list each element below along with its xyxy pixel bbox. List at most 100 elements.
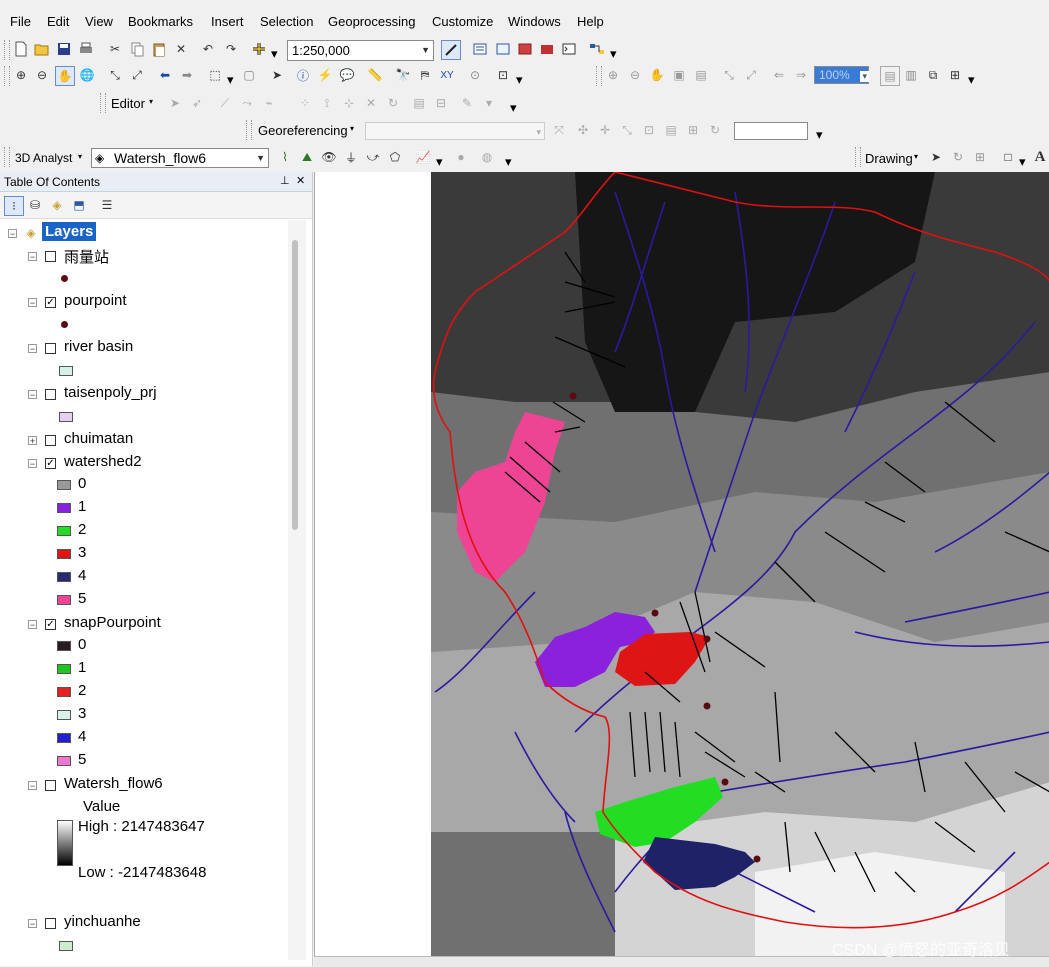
zoom-in-icon[interactable]: ⊕ <box>12 66 30 84</box>
clear-selection-icon[interactable]: ▢ <box>240 66 258 84</box>
fixed-zoom-out-layout-icon[interactable]: ⤢ <box>742 66 760 84</box>
rotate-icon[interactable]: ↻ <box>384 94 402 112</box>
forward-arrow-icon[interactable]: ➡ <box>178 66 196 84</box>
full-extent-globe-icon[interactable]: 🌐 <box>78 66 96 84</box>
toolbar-grip[interactable] <box>4 40 10 60</box>
edit-annotation-icon[interactable]: ➶ <box>188 94 206 112</box>
toolbar-grip[interactable] <box>4 66 10 86</box>
rotate-raster-icon[interactable]: ⤧ <box>550 121 568 139</box>
copy-icon[interactable] <box>128 40 146 58</box>
map-scale-combo[interactable]: 1:250,000 ▼ <box>287 40 434 61</box>
add-data-dropdown-icon[interactable]: ▾ <box>271 46 278 61</box>
find-route-icon[interactable]: ⛿ <box>416 66 434 84</box>
zoom-100-icon[interactable]: ▤ <box>692 66 710 84</box>
steepest-path-icon[interactable]: ⛰ <box>298 148 316 166</box>
undo-icon[interactable]: ↶ <box>199 40 217 58</box>
rotate-element-icon[interactable]: ↻ <box>949 148 967 166</box>
pour-point-marker[interactable] <box>721 778 729 786</box>
toolbar-grip[interactable] <box>100 93 106 113</box>
select-elements-arrow-icon[interactable]: ➤ <box>268 66 286 84</box>
create-features-icon[interactable]: ✎ <box>458 94 476 112</box>
toc-options-icon[interactable]: ☰ <box>98 196 116 214</box>
edit-vertices-icon[interactable]: ⁘ <box>296 94 314 112</box>
arcscene-icon[interactable]: ● <box>452 148 470 166</box>
pin-icon[interactable]: ⊥ <box>280 174 290 187</box>
straight-segment-icon[interactable]: ⟋ <box>216 94 234 112</box>
georeferencing-menu[interactable]: Georeferencing <box>258 123 348 138</box>
search-window-icon[interactable] <box>516 40 534 58</box>
map-view[interactable] <box>314 172 1049 956</box>
zoom-whole-page-icon[interactable]: ▣ <box>670 66 688 84</box>
surface-layer-combo[interactable]: ◈ Watersh_flow6 ▼ <box>91 148 269 168</box>
measure-icon[interactable]: 📏 <box>366 66 384 84</box>
list-by-selection-icon[interactable]: ⬒ <box>70 196 88 214</box>
trace-icon[interactable]: ⌁ <box>260 94 278 112</box>
html-popup-icon[interactable]: 💬 <box>338 66 356 84</box>
collapse-toggle[interactable]: − <box>28 344 37 354</box>
zoom-to-selected-icon[interactable]: ⊞ <box>971 148 989 166</box>
add-data-icon[interactable] <box>250 40 268 58</box>
paste-icon[interactable] <box>150 40 168 58</box>
layers-root-label[interactable]: Layers <box>42 222 97 241</box>
layer-visibility-checkbox[interactable] <box>45 918 56 929</box>
select-dropdown-icon[interactable]: ▾ <box>227 72 234 87</box>
pour-point-marker[interactable] <box>569 392 577 400</box>
reshape-icon[interactable]: ⟟ <box>318 94 336 112</box>
toolbar-overflow-icon[interactable]: ▾ <box>505 154 512 169</box>
toolbar-grip[interactable] <box>855 147 861 167</box>
go-to-xy-icon[interactable]: XY <box>438 66 456 84</box>
find-binoculars-icon[interactable]: 🔭 <box>394 66 412 84</box>
layer-name-watersh-flow6[interactable]: Watersh_flow6 <box>64 775 163 792</box>
layout-zoom-in-icon[interactable]: ⊕ <box>604 66 622 84</box>
layer-visibility-checkbox[interactable]: ✓ <box>45 297 56 308</box>
toolbar-overflow-icon[interactable]: ▾ <box>968 72 975 87</box>
open-folder-icon[interactable] <box>33 40 51 58</box>
toolbar-overflow-icon[interactable]: ▾ <box>516 72 523 87</box>
print-icon[interactable] <box>77 40 95 58</box>
zoom-out-icon[interactable]: ⊖ <box>33 66 51 84</box>
layer-name-watershed2[interactable]: watershed2 <box>64 453 142 470</box>
interpolate-polygon-icon[interactable]: ⬠ <box>386 148 404 166</box>
editor-menu[interactable]: Editor <box>111 96 145 111</box>
layer-name-river-basin[interactable]: river basin <box>64 338 133 355</box>
georeferencing-dropdown-icon[interactable]: ▾ <box>350 124 354 133</box>
back-arrow-icon[interactable]: ⬅ <box>156 66 174 84</box>
pour-point-marker[interactable] <box>753 855 761 863</box>
viewer-window-icon[interactable]: ⊡ <box>494 66 512 84</box>
change-layout-icon[interactable]: ⧉ <box>924 66 942 84</box>
menu-view[interactable]: View <box>85 14 113 29</box>
layer-name-rain-station[interactable]: 雨量站 <box>64 246 109 267</box>
menu-bookmarks[interactable]: Bookmarks <box>128 14 193 29</box>
3d-analyst-menu[interactable]: 3D Analyst <box>15 151 72 165</box>
rectangle-icon[interactable]: □ <box>999 148 1017 166</box>
new-document-icon[interactable] <box>12 40 30 58</box>
fixed-zoom-in-icon[interactable]: ⤡ <box>106 66 124 84</box>
toolbar-grip[interactable] <box>4 147 10 167</box>
profile-graph-icon[interactable]: 📈 <box>414 148 432 166</box>
layer-visibility-checkbox[interactable] <box>45 251 56 262</box>
list-by-visibility-icon[interactable]: ◈ <box>48 196 66 214</box>
collapse-toggle[interactable]: − <box>28 781 37 791</box>
collapse-toggle[interactable]: − <box>28 298 37 308</box>
text-tool-icon[interactable]: A <box>1031 148 1049 166</box>
toggle-draft-mode-icon[interactable]: ▤ <box>880 66 900 86</box>
collapse-toggle[interactable]: − <box>28 620 37 630</box>
layer-visibility-checkbox[interactable] <box>45 435 56 446</box>
cut-icon[interactable]: ✂ <box>106 40 124 58</box>
menu-file[interactable]: File <box>10 14 31 29</box>
toolbar-grip[interactable] <box>246 120 252 140</box>
python-window-icon[interactable] <box>560 40 578 58</box>
expand-toggle[interactable]: + <box>28 436 37 446</box>
layout-zoom-out-icon[interactable]: ⊖ <box>626 66 644 84</box>
dropdown-icon[interactable]: ▾ <box>480 94 498 112</box>
toolbar-overflow-icon[interactable]: ▾ <box>610 46 617 61</box>
view-link-table-icon[interactable]: ▤ <box>662 121 680 139</box>
catalog-icon[interactable] <box>494 40 512 58</box>
pour-point-marker[interactable] <box>703 635 711 643</box>
interpolate-line-icon[interactable]: ⤻ <box>364 148 382 166</box>
list-by-source-icon[interactable]: ⛁ <box>26 196 44 214</box>
toolbar-grip[interactable] <box>596 66 602 86</box>
previous-extent-icon[interactable]: ⇐ <box>770 66 788 84</box>
editor-toolbar-toggle-icon[interactable] <box>441 40 461 60</box>
menu-help[interactable]: Help <box>577 14 604 29</box>
